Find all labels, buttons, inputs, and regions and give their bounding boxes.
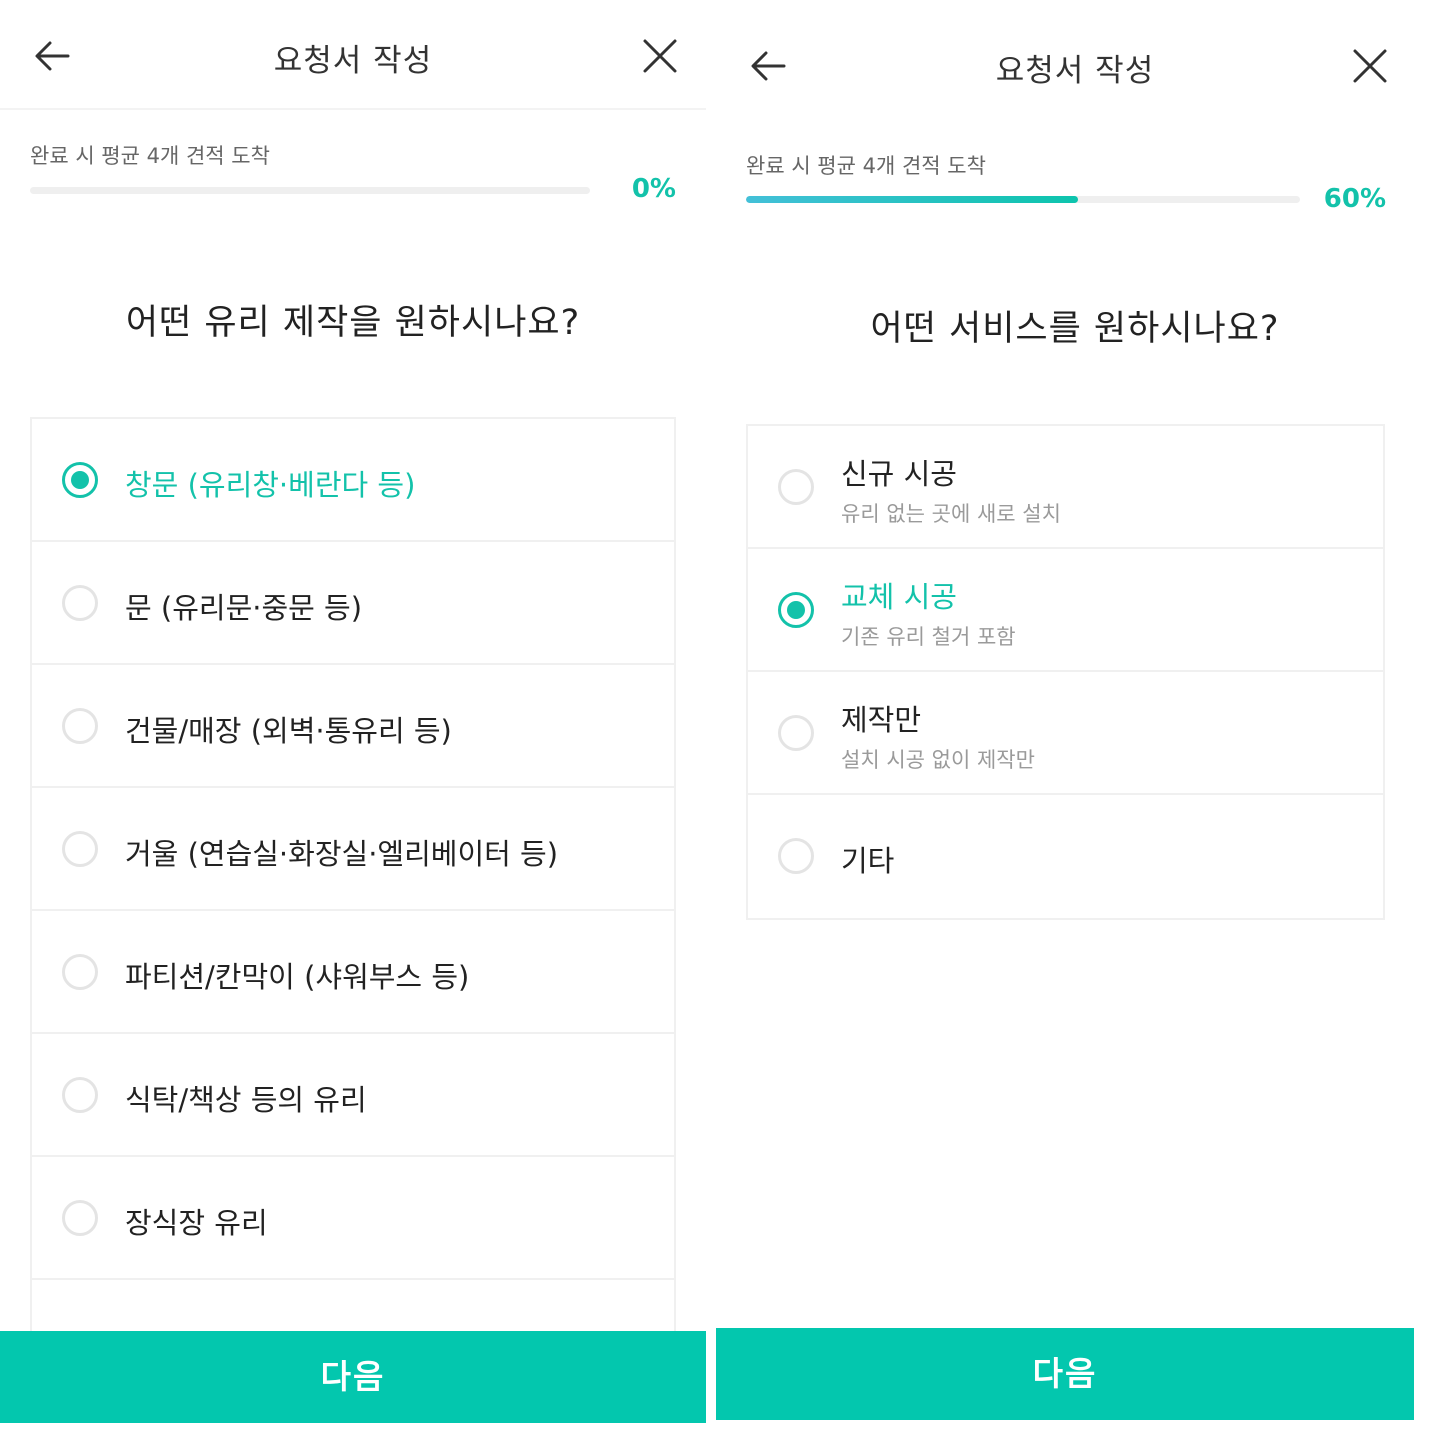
next-button[interactable]: 다음 xyxy=(0,1331,706,1423)
right-screen: 요청서 작성 완료 시 평균 4개 견적 도착 60% 어떤 서비스를 원하시나… xyxy=(716,0,1434,1434)
option-item[interactable]: 신규 시공 유리 없는 곳에 새로 설치 xyxy=(748,426,1383,549)
radio-button[interactable] xyxy=(62,1200,98,1236)
option-label: 제작만 xyxy=(841,703,922,737)
radio-button[interactable] xyxy=(778,838,814,874)
option-label: 파티션/칸막이 (샤워부스 등) xyxy=(125,960,470,994)
option-label: 창문 (유리창·베란다 등) xyxy=(125,468,416,502)
radio-button[interactable] xyxy=(62,708,98,744)
progress-hint: 완료 시 평균 4개 견적 도착 xyxy=(30,144,270,168)
next-button[interactable]: 다음 xyxy=(716,1328,1414,1420)
option-item[interactable]: 문 (유리문·중문 등) xyxy=(32,542,674,665)
progress-percent: 60% xyxy=(1323,184,1386,214)
screen-gap xyxy=(706,0,716,1434)
progress-percent: 0% xyxy=(631,174,676,204)
option-item[interactable]: 장식장 유리 xyxy=(32,1157,674,1280)
option-description: 기존 유리 철거 포함 xyxy=(841,625,1016,649)
option-item[interactable]: 건물/매장 (외벽·통유리 등) xyxy=(32,665,674,788)
option-label: 식탁/책상 등의 유리 xyxy=(125,1083,367,1117)
progress-bar xyxy=(746,196,1300,203)
question-title: 어떤 서비스를 원하시나요? xyxy=(870,309,1280,349)
option-label: 신규 시공 xyxy=(841,457,957,491)
left-screen: 요청서 작성 완료 시 평균 4개 견적 도착 0% 어떤 유리 제작을 원하시… xyxy=(0,0,706,1434)
option-list: 창문 (유리창·베란다 등) 문 (유리문·중문 등) 건물/매장 (외벽·통유… xyxy=(30,417,676,1403)
radio-button[interactable] xyxy=(62,1077,98,1113)
close-icon[interactable] xyxy=(1350,46,1390,86)
option-label: 기타 xyxy=(841,844,895,878)
option-label: 문 (유리문·중문 등) xyxy=(125,591,363,625)
option-label: 거울 (연습실·화장실·엘리베이터 등) xyxy=(125,837,559,871)
header: 요청서 작성 xyxy=(716,0,1434,110)
option-item[interactable]: 창문 (유리창·베란다 등) xyxy=(32,419,674,542)
radio-button[interactable] xyxy=(778,592,814,628)
radio-button[interactable] xyxy=(62,462,98,498)
close-icon[interactable] xyxy=(640,36,680,76)
option-description: 설치 시공 없이 제작만 xyxy=(841,748,1035,772)
option-description: 유리 없는 곳에 새로 설치 xyxy=(841,502,1061,526)
option-item[interactable]: 기타 xyxy=(748,795,1383,918)
header: 요청서 작성 xyxy=(0,0,706,110)
option-label: 교체 시공 xyxy=(841,580,957,614)
option-item[interactable]: 제작만 설치 시공 없이 제작만 xyxy=(748,672,1383,795)
progress-fill xyxy=(746,196,1079,203)
option-item[interactable]: 거울 (연습실·화장실·엘리베이터 등) xyxy=(32,788,674,911)
page-title: 요청서 작성 xyxy=(273,43,433,79)
progress-bar xyxy=(30,187,590,194)
header-divider xyxy=(0,108,706,110)
radio-button[interactable] xyxy=(62,585,98,621)
page-title: 요청서 작성 xyxy=(995,53,1155,89)
option-list: 신규 시공 유리 없는 곳에 새로 설치 교체 시공 기존 유리 철거 포함 제… xyxy=(746,424,1385,920)
radio-button[interactable] xyxy=(62,831,98,867)
option-label: 건물/매장 (외벽·통유리 등) xyxy=(125,714,452,748)
option-label: 장식장 유리 xyxy=(125,1206,268,1240)
radio-button[interactable] xyxy=(778,715,814,751)
option-item[interactable]: 교체 시공 기존 유리 철거 포함 xyxy=(748,549,1383,672)
option-item[interactable]: 파티션/칸막이 (샤워부스 등) xyxy=(32,911,674,1034)
option-item[interactable]: 식탁/책상 등의 유리 xyxy=(32,1034,674,1157)
question-title: 어떤 유리 제작을 원하시나요? xyxy=(125,303,581,343)
radio-button[interactable] xyxy=(62,954,98,990)
radio-button[interactable] xyxy=(778,469,814,505)
progress-hint: 완료 시 평균 4개 견적 도착 xyxy=(746,154,986,178)
